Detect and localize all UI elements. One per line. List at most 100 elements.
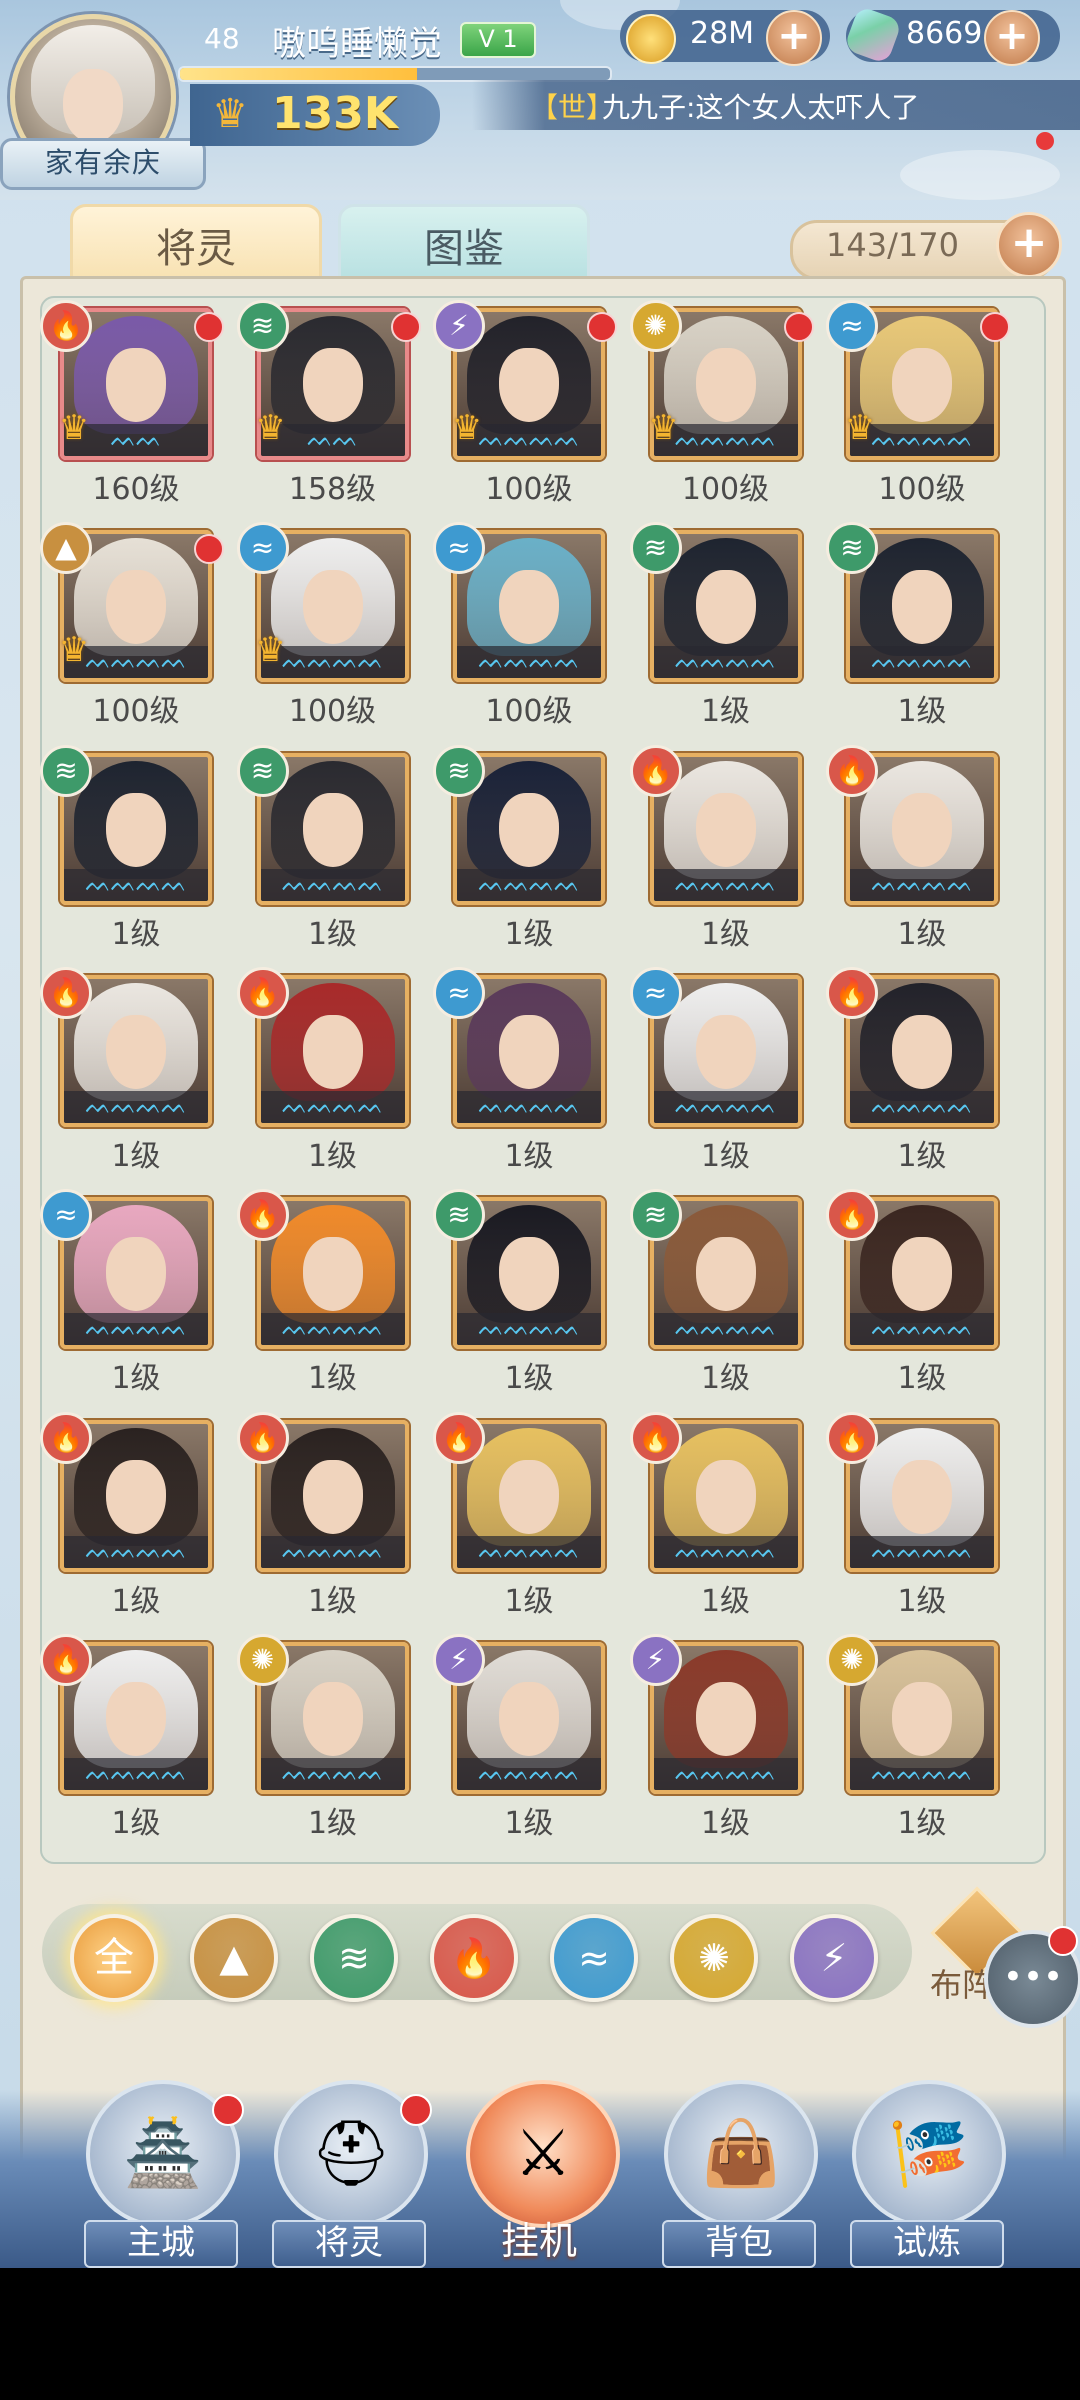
hero-card[interactable]: ᨓᨓᨓᨓ 🔥 1级 xyxy=(236,967,409,1174)
nav-idle-label: 挂机 xyxy=(500,2219,577,2263)
hero-star-rating: ᨓᨓᨓᨓ xyxy=(64,1535,208,1568)
hero-star-rating: ᨓᨓᨓᨓ xyxy=(457,868,601,901)
crown-rank-icon: ♛ xyxy=(844,408,876,448)
hero-face xyxy=(892,1237,952,1312)
vip-badge[interactable]: V 1 xyxy=(460,22,536,58)
hero-star-rating: ᨓᨓᨓᨓ xyxy=(260,868,405,901)
hero-card[interactable]: ᨓᨓᨓᨓ ✺ 1级 xyxy=(236,1634,409,1841)
hero-card[interactable]: ᨓᨓ 🔥 ♛ 160级 xyxy=(40,300,224,507)
hero-card[interactable]: ᨓᨓᨓᨓ 🔥 1级 xyxy=(40,1634,212,1841)
hero-level-label: 100级 xyxy=(485,472,573,507)
light-element-icon: ✺ xyxy=(826,1634,878,1687)
crown-rank-icon: ♛ xyxy=(255,630,286,671)
hero-level-label: 160级 xyxy=(92,472,180,507)
hero-card[interactable]: ᨓᨓᨓᨓ 🔥 1级 xyxy=(629,744,802,952)
hero-card[interactable]: ᨓᨓᨓᨓ 🔥 1级 xyxy=(40,1411,212,1619)
hero-card[interactable]: ᨓᨓᨓᨓ 🔥 1级 xyxy=(826,1189,998,1396)
hero-level-label: 100级 xyxy=(92,694,180,730)
hero-level-label: 1级 xyxy=(700,916,751,952)
thunder-element-icon: ⚡ xyxy=(629,1634,682,1687)
filter-earth-button[interactable]: ▲ xyxy=(190,1914,278,2002)
hero-card[interactable]: ᨓᨓᨓᨓ ≈100级 xyxy=(433,522,605,729)
hero-face xyxy=(302,792,363,867)
fire-element-icon: 🔥 xyxy=(236,967,289,1020)
add-gold-button[interactable]: + xyxy=(766,10,822,66)
filter-fire-button[interactable]: 🔥 xyxy=(430,1914,518,2002)
filter-thunder-button[interactable]: ⚡ xyxy=(790,1914,878,2002)
hero-card[interactable]: ᨓᨓᨓᨓ ≋ 1级 xyxy=(236,744,409,952)
fire-element-icon: 🔥 xyxy=(236,1411,289,1464)
hero-card[interactable]: ᨓᨓᨓᨓ ≈ ♛ 100级 xyxy=(826,300,1010,507)
exp-bar-fill xyxy=(180,68,417,80)
nav-city[interactable]: 🏯 主城 xyxy=(74,2080,244,2268)
expand-capacity-button[interactable]: + xyxy=(996,212,1062,278)
nav-trial[interactable]: 🎏 试炼 xyxy=(840,2080,1010,2268)
hero-card[interactable]: ᨓᨓᨓᨓ ⚡ 1级 xyxy=(433,1634,605,1841)
filter-wind-button[interactable]: ≋ xyxy=(310,1914,398,2002)
hero-star-rating: ᨓᨓᨓᨓ xyxy=(653,1091,798,1124)
hero-card[interactable]: ᨓᨓᨓᨓ ≋ 1级 xyxy=(433,744,605,952)
hero-notification-dot xyxy=(587,312,617,342)
hero-level-label: 1级 xyxy=(897,694,947,730)
fire-element-icon: 🔥 xyxy=(433,1411,485,1464)
hero-face xyxy=(892,1682,952,1757)
wind-element-icon: ≋ xyxy=(629,1189,682,1242)
hero-card[interactable]: ᨓᨓᨓᨓ ≋ 1级 xyxy=(40,744,212,952)
hero-face xyxy=(302,1015,363,1090)
hero-card[interactable]: ᨓᨓᨓᨓ ≋ 1级 xyxy=(629,1189,802,1396)
nav-idle[interactable]: ⚔ 挂机 xyxy=(454,2080,624,2268)
hero-card[interactable]: ᨓᨓᨓᨓ ⚡ 1级 xyxy=(629,1634,802,1841)
filter-water-button[interactable]: ≈ xyxy=(550,1914,638,2002)
hero-face xyxy=(106,1459,166,1534)
gem-value: 8669 xyxy=(906,16,983,51)
hero-card[interactable]: ᨓᨓᨓᨓ 🔥 1级 xyxy=(236,1189,409,1396)
wind-element-icon: ≋ xyxy=(236,744,289,797)
hero-card[interactable]: ᨓᨓᨓᨓ ✺ ♛ 100级 xyxy=(629,300,814,507)
avatar-face xyxy=(63,69,123,143)
crown-rank-icon: ♛ xyxy=(58,630,90,671)
gold-value: 28M xyxy=(690,16,755,51)
nav-bag[interactable]: 👜 背包 xyxy=(652,2080,822,2268)
fire-element-icon: 🔥 xyxy=(629,1411,682,1464)
combat-power-value: 133K xyxy=(272,88,398,139)
hero-card[interactable]: ᨓᨓᨓᨓ ✺ 1级 xyxy=(826,1634,998,1841)
hero-card[interactable]: ᨓᨓᨓᨓ ≈1级 xyxy=(40,1189,212,1396)
add-gems-button[interactable]: + xyxy=(984,10,1040,66)
hero-star-rating: ᨓᨓᨓᨓ xyxy=(64,868,208,901)
hero-card[interactable]: ᨓᨓ ≋ ♛ 158级 xyxy=(236,300,421,507)
filter-light-button[interactable]: ✺ xyxy=(670,1914,758,2002)
hero-card[interactable]: ᨓᨓᨓᨓ ≋ 1级 xyxy=(629,522,802,729)
hero-card[interactable]: ᨓᨓᨓᨓ 🔥 1级 xyxy=(433,1411,605,1619)
nav-spirits[interactable]: ⛑ 将灵 xyxy=(262,2080,432,2268)
family-tag[interactable]: 家有余庆 xyxy=(0,138,206,190)
hero-card[interactable]: ᨓᨓᨓᨓ 🔥 1级 xyxy=(629,1411,802,1619)
hero-face xyxy=(892,792,952,867)
hero-level-label: 1级 xyxy=(111,1806,161,1842)
bag-icon: 👜 xyxy=(664,2080,818,2228)
hero-face xyxy=(695,1237,756,1312)
hero-face xyxy=(302,1237,363,1312)
hero-face xyxy=(106,792,166,867)
hero-card[interactable]: ᨓᨓᨓᨓ 🔥 1级 xyxy=(826,1411,998,1619)
nav-city-notification-dot xyxy=(212,2094,244,2126)
hero-face xyxy=(892,570,952,645)
hero-card[interactable]: ᨓᨓᨓᨓ ≈1级 xyxy=(433,967,605,1174)
hero-card[interactable]: ᨓᨓᨓᨓ ⚡ ♛ 100级 xyxy=(433,300,617,507)
player-level: 48 xyxy=(204,22,240,55)
filter-all-button[interactable]: 全 xyxy=(70,1914,158,2002)
hero-card[interactable]: ᨓᨓᨓᨓ 🔥 1级 xyxy=(826,744,998,952)
hero-card[interactable]: ᨓᨓᨓᨓ ≋ 1级 xyxy=(826,522,998,729)
hero-star-rating: ᨓᨓᨓᨓ xyxy=(850,1535,994,1568)
hero-card[interactable]: ᨓᨓᨓᨓ ≈ ♛ 100级 xyxy=(236,522,409,729)
water-element-icon: ≈ xyxy=(629,967,682,1020)
hero-card[interactable]: ᨓᨓᨓᨓ ≈1级 xyxy=(629,967,802,1174)
fire-element-icon: 🔥 xyxy=(629,744,682,797)
hero-card[interactable]: ᨓᨓᨓᨓ 🔥 1级 xyxy=(826,967,998,1174)
hero-level-label: 1级 xyxy=(700,694,751,730)
hero-card[interactable]: ᨓᨓᨓᨓ ▲ ♛ 100级 xyxy=(40,522,224,729)
hero-card[interactable]: ᨓᨓᨓᨓ 🔥 1级 xyxy=(40,967,212,1174)
hero-card[interactable]: ᨓᨓᨓᨓ ≋ 1级 xyxy=(433,1189,605,1396)
hero-notification-dot xyxy=(390,312,421,342)
hero-face xyxy=(302,348,363,422)
hero-card[interactable]: ᨓᨓᨓᨓ 🔥 1级 xyxy=(236,1411,409,1619)
